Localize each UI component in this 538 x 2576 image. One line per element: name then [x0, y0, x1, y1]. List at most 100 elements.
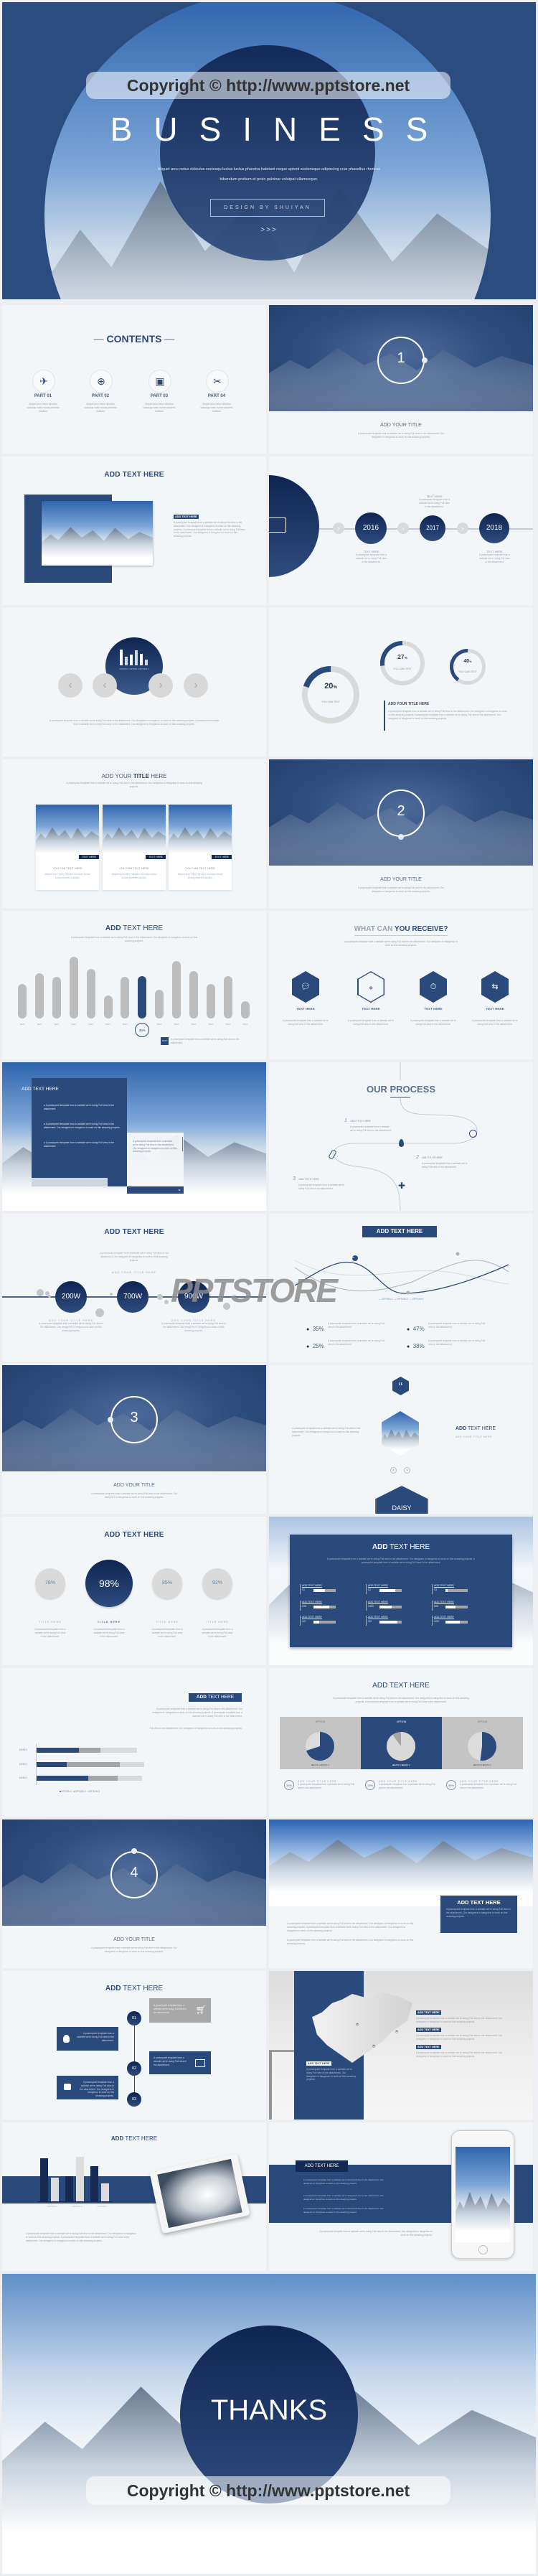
map-label: ADD TEXT HERE A powerpoint template from …: [306, 2061, 356, 2081]
hbar-segment: [100, 1747, 137, 1753]
bullet-list: ● A powerpoint template from a website w…: [303, 2178, 390, 2214]
prev-button[interactable]: ‹: [58, 673, 82, 698]
feature-desc: A powerpoint template from a website we'…: [472, 1019, 518, 1026]
pptstore-logo-watermark: PPTSTORE: [171, 1272, 338, 1309]
section-text: A powerpoint template from a website we'…: [358, 432, 444, 439]
stat-item: ● 25% A powerpoint template from a websit…: [306, 1339, 384, 1349]
circle-desc: A powerpoint template from a website we'…: [93, 1628, 125, 1638]
quote-title: ADD TEXT HERE: [456, 1426, 496, 1431]
paragraph: A powerpoint template from a website we'…: [152, 1708, 242, 1718]
step-number: 03: [127, 2092, 141, 2107]
progress-item: ADD TEXT HERE 03: [432, 1584, 477, 1594]
section-text: A powerpoint template from a website we'…: [91, 1492, 177, 1499]
next-button[interactable]: ›: [184, 673, 208, 698]
paragraph: A powerpoint template from a website we'…: [344, 940, 458, 947]
quote-subtitle: ADD YOUR TITLE HERE: [456, 1435, 492, 1438]
chart-legend: ■OPTION 1 ■OPTION 2 ■OPTION 3: [60, 1790, 100, 1793]
paragraph: A powerpoint template from a website we'…: [287, 1939, 414, 1945]
part-label: PART 02: [91, 394, 110, 398]
bar-label: TEXT: [54, 1023, 60, 1026]
feature-desc: A powerpoint template from a website we'…: [410, 1019, 456, 1026]
slide-title: ADD TEXT HERE: [104, 471, 164, 479]
percent-circle: 92%: [202, 1568, 232, 1598]
pie-caption: ADD YOUR TITLE HERE A powerpoint template…: [460, 1780, 516, 1789]
section-3-slide: 3 ADD YOUR TITLE A powerpoint template f…: [2, 1365, 266, 1514]
feature-desc: A powerpoint template from a website we'…: [348, 1019, 394, 1026]
map-slide: ⌾ ⌾ ⌾ ADD TEXT HERE A powerpoint template…: [269, 1971, 533, 2120]
map-label: ADD TEXT HERE A powerpoint template from …: [416, 2045, 502, 2058]
progress-fill: [445, 1606, 456, 1608]
image-text-slide: ADD TEXT HERE ADD TEXT HERE A powerpoint…: [2, 456, 266, 605]
donut-chart: [302, 666, 359, 723]
paragraph: A powerpoint template from a website we'…: [49, 719, 220, 726]
next-arrow[interactable]: ›: [404, 1467, 410, 1474]
subtitle-line: Aliquet arcu netus ridiculus sociosqu lu…: [157, 167, 381, 172]
progress-fill: [379, 1589, 395, 1592]
pie-slide: ADD TEXT HERE A powerpoint template from…: [269, 1668, 533, 1817]
progress-item: ADD TEXT HERE 01: [300, 1584, 345, 1594]
donut-chart: [450, 649, 486, 685]
scrollbar[interactable]: [181, 1137, 183, 1151]
bar-chart-icon: [120, 650, 148, 665]
feature-label: TEXT HERE: [486, 1007, 504, 1011]
power-note: ADD YOUR TITLE HERE A powerpoint template…: [39, 1319, 103, 1332]
power-node: 200W: [55, 1281, 87, 1313]
ring-knob: [398, 834, 404, 840]
profile-photo: [382, 1411, 419, 1456]
process-step: 2 ADD TITLE HERE A powerpoint template fr…: [416, 1155, 468, 1168]
text-badge: ADD TEXT HERE: [174, 515, 199, 519]
phone-screen: [456, 2147, 510, 2242]
pie-chart: [468, 1732, 496, 1761]
panel-title: ADD TEXT HERE: [372, 1543, 430, 1551]
thanks-title: THANKS: [210, 2394, 328, 2426]
monitor-icon: [269, 517, 286, 533]
part-label: PART 04: [207, 394, 226, 398]
circle-desc: A powerpoint template from a website we'…: [151, 1628, 183, 1638]
panel-title: ADD TEXT HERE: [22, 1087, 59, 1092]
bullet-item: ● A powerpoint template from a website w…: [303, 2194, 384, 2201]
subtitle-line: bibendum pretium et proin pulvinar volut…: [220, 177, 318, 182]
chevron-down-icon[interactable]: ⌄: [127, 1186, 184, 1194]
slide-title: ADD TEXT HERE: [105, 1985, 164, 1992]
hbar-label: DATA 3: [19, 1748, 27, 1751]
bullet-item: ● A powerpoint template from a website w…: [44, 1104, 115, 1110]
bar-label: TEXT: [19, 1023, 25, 1026]
tablet-slide: ADD TEXT HERE OPTION 1 OPTION 2 OPTION 3 A…: [2, 2122, 266, 2271]
donut-chart: [380, 641, 425, 685]
decor-dot: [164, 1300, 169, 1304]
prev-button[interactable]: ‹: [93, 673, 117, 698]
mountain-photo: [269, 1819, 533, 1906]
quote-icon: “: [392, 1377, 409, 1395]
circle-title: TITLE HERE: [156, 1621, 179, 1624]
target-icon: [469, 1130, 477, 1138]
bar: [189, 971, 198, 1018]
slide-title: ADD TEXT HERE: [105, 924, 164, 932]
bar: [76, 2157, 84, 2201]
bar-label: TEXT: [88, 1023, 94, 1026]
bar: [18, 984, 27, 1018]
prev-arrow[interactable]: ‹: [390, 1467, 397, 1474]
bullet-item: ● A powerpoint template from a website w…: [303, 2207, 384, 2214]
progress-item: ADD TEXT HERE 90+: [366, 1616, 411, 1626]
hbar-segment: [88, 1775, 118, 1781]
banner-photo-slide: ADD TEXT HERE A powerpoint template from…: [269, 1819, 533, 1968]
progress-fill: [313, 1621, 319, 1624]
slide-title: ADD YOUR TITLE HERE: [101, 773, 167, 779]
hbar-segment: [79, 1747, 100, 1753]
progress-fill: [379, 1606, 392, 1608]
part-desc: Aliquet arcu netus ridiculus sociosqu lu…: [84, 403, 117, 413]
circle-desc: A powerpoint template from a website we'…: [34, 1628, 66, 1638]
next-button[interactable]: ›: [148, 673, 173, 698]
progress-track: [379, 1621, 402, 1624]
photo-card: TEXT HERE YOU CAN TEXT HERE Aliquet arcu n…: [169, 805, 232, 890]
next-arrows[interactable]: >>>: [2, 226, 536, 234]
step-number: 02: [127, 2061, 141, 2076]
paragraph: A powerpoint template from a website we'…: [70, 936, 198, 942]
donut-value: 27%: [397, 653, 407, 661]
bar: [138, 976, 147, 1018]
feature-label: TEXT HERE: [296, 1007, 315, 1011]
power-note: ADD YOUR TITLE HERE A powerpoint template…: [161, 1319, 226, 1332]
donut-label: YOU CAN TEXT: [321, 701, 340, 703]
pie-slice-data1: [480, 1732, 496, 1761]
bar-label: TEXT: [225, 1023, 231, 1026]
